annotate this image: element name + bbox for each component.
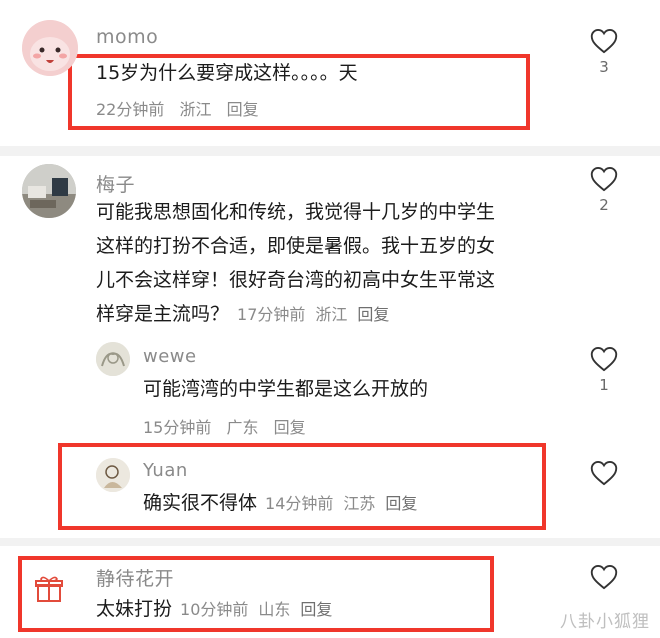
comment-text-line: 这样的打扮不合适，即使是暑假。我十五岁的女 <box>96 235 496 257</box>
comment-text: 太妹打扮 10分钟前 山东 回复 <box>96 592 342 627</box>
reply-button[interactable]: 回复 <box>357 305 389 324</box>
like-count: 2 <box>599 196 609 214</box>
reply-button[interactable]: 回复 <box>227 100 259 119</box>
divider <box>0 538 660 546</box>
reply-button[interactable]: 回复 <box>300 600 332 619</box>
username[interactable]: wewe <box>143 346 197 367</box>
desk-photo-icon <box>22 164 76 218</box>
comment-meta: 15分钟前 广东 回复 <box>143 414 316 438</box>
avatar[interactable] <box>22 20 78 76</box>
timestamp: 14分钟前 <box>265 494 334 513</box>
location: 山东 <box>258 600 291 619</box>
like-button[interactable]: 1 <box>584 346 624 394</box>
timestamp: 22分钟前 <box>96 100 165 119</box>
like-button[interactable]: 3 <box>584 28 624 76</box>
heart-icon <box>590 346 618 372</box>
heart-icon <box>590 460 618 486</box>
timestamp: 15分钟前 <box>143 418 212 437</box>
location: 江苏 <box>343 494 376 513</box>
like-count: 1 <box>599 376 609 394</box>
divider <box>0 146 660 156</box>
reply-button[interactable]: 回复 <box>274 418 306 437</box>
comment-meta: 17分钟前 浙江 回复 <box>237 305 399 324</box>
like-count: 3 <box>599 58 609 76</box>
comment-text-line: 儿不会这样穿！很好奇台湾的初高中女生平常这 <box>96 269 496 291</box>
drawing-avatar-icon <box>96 458 130 492</box>
watermark: 八卦小狐狸 <box>560 612 650 632</box>
comment-meta: 14分钟前 江苏 回复 <box>265 494 427 513</box>
comment-text: 15岁为什么要穿成这样。。。。天 <box>96 62 358 84</box>
sketch-avatar-icon <box>96 342 130 376</box>
username[interactable]: 静待花开 <box>96 564 174 591</box>
username[interactable]: momo <box>96 26 158 48</box>
comment-text-content: 太妹打扮 <box>96 598 173 620</box>
comment-meta: 10分钟前 山东 回复 <box>180 600 342 619</box>
comment-text: 可能湾湾的中学生都是这么开放的 <box>143 378 429 400</box>
avatar[interactable] <box>96 342 130 376</box>
gift-icon <box>35 576 63 602</box>
timestamp: 10分钟前 <box>180 600 249 619</box>
location: 广东 <box>226 418 259 437</box>
heart-icon <box>590 564 618 590</box>
location: 浙江 <box>315 305 348 324</box>
comment-meta: 22分钟前 浙江 回复 <box>96 96 269 120</box>
avatar[interactable] <box>34 574 64 604</box>
comment-text-line: 可能我思想固化和传统，我觉得十几岁的中学生 <box>96 201 496 223</box>
location: 浙江 <box>179 100 212 119</box>
pink-character-icon <box>22 20 78 76</box>
comment-text-content: 确实很不得体 <box>143 492 258 514</box>
heart-icon <box>590 166 618 192</box>
like-button[interactable] <box>584 564 624 590</box>
comment-text: 可能我思想固化和传统，我觉得十几岁的中学生 这样的打扮不合适，即使是暑假。我十五… <box>96 195 566 332</box>
comment-text-line: 样穿是主流吗？ <box>96 303 230 325</box>
username[interactable]: 梅子 <box>96 170 135 197</box>
heart-icon <box>590 28 618 54</box>
avatar[interactable] <box>96 458 130 492</box>
username[interactable]: Yuan <box>143 460 188 481</box>
reply-button[interactable]: 回复 <box>385 494 417 513</box>
like-button[interactable] <box>584 460 624 486</box>
avatar[interactable] <box>22 164 76 218</box>
comment-text: 确实很不得体 14分钟前 江苏 回复 <box>143 486 427 521</box>
like-button[interactable]: 2 <box>584 166 624 214</box>
comment-text-line-last: 样穿是主流吗？ 17分钟前 浙江 回复 <box>96 297 566 332</box>
timestamp: 17分钟前 <box>237 305 306 324</box>
